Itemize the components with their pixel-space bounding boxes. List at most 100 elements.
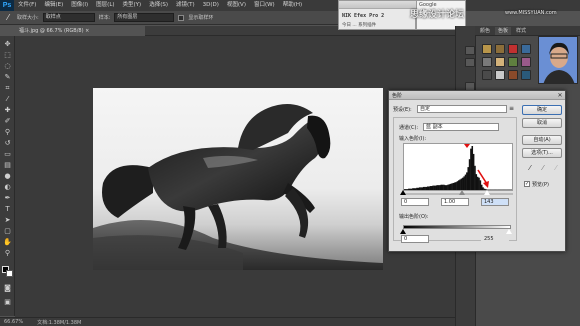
histogram-bar	[451, 183, 453, 190]
histogram-bar	[406, 189, 409, 190]
tab-swatches[interactable]: 色板	[495, 27, 512, 35]
color-swatch[interactable]	[508, 70, 518, 80]
histogram-bar	[425, 186, 428, 190]
menu-window[interactable]: 窗口(W)	[250, 0, 279, 11]
color-swatch[interactable]	[521, 57, 531, 67]
tab-styles[interactable]: 样式	[513, 27, 529, 35]
color-swatch[interactable]	[482, 57, 492, 67]
blur-tool-icon[interactable]: ●	[3, 172, 12, 181]
levels-dialog: 色阶 ✕ 预设(E): 自定 ≡ 通道(C): 蓝 副本 输入色阶(I): 0 …	[388, 90, 566, 252]
eyedropper-tool-icon[interactable]: ⁄	[3, 13, 13, 23]
menu-layer[interactable]: 图层(L)	[92, 0, 118, 11]
app-logo: Ps	[0, 0, 14, 11]
pen-tool-icon[interactable]: ✒	[3, 194, 12, 203]
menu-3d[interactable]: 3D(D)	[199, 0, 223, 11]
color-swatch[interactable]	[495, 57, 505, 67]
move-tool-icon[interactable]: ✥	[3, 40, 12, 49]
channel-select[interactable]: 蓝 副本	[423, 123, 499, 131]
zoom-level[interactable]: 66.67%	[4, 319, 23, 325]
hand-tool-icon[interactable]: ✋	[3, 238, 12, 247]
sample-size-label: 取样大小:	[17, 15, 39, 21]
properties-panel-icon[interactable]	[465, 58, 475, 67]
color-swatch[interactable]	[521, 70, 531, 80]
output-black-slider[interactable]	[400, 229, 406, 234]
input-black-field[interactable]: 0	[401, 198, 429, 206]
eraser-tool-icon[interactable]: ▭	[3, 150, 12, 159]
type-tool-icon[interactable]: T	[3, 205, 12, 214]
menu-edit[interactable]: 编辑(E)	[40, 0, 67, 11]
histogram-bar	[474, 165, 476, 190]
input-gamma-field[interactable]: 1.00	[441, 198, 469, 206]
dodge-tool-icon[interactable]: ◐	[3, 183, 12, 192]
output-black-field[interactable]: 0	[401, 235, 429, 243]
black-eyedropper-icon[interactable]: ⁄	[526, 164, 534, 172]
white-eyedropper-icon[interactable]: ⁄	[552, 164, 560, 172]
document-tab[interactable]: 福斗.jpg @ 66.7% (RGB/8) ×	[15, 26, 145, 36]
histogram-bar	[453, 182, 456, 190]
color-swatch[interactable]	[508, 44, 518, 54]
color-swatch[interactable]	[521, 44, 531, 54]
options-button[interactable]: 选项(T)...	[522, 148, 562, 158]
input-white-field[interactable]: 143	[481, 198, 509, 206]
options-bar: ⁄ 取样大小: 取样点 样本: 所有图层 显示取样环	[0, 11, 385, 25]
close-icon[interactable]: ✕	[556, 92, 564, 99]
cancel-button[interactable]: 取消	[522, 118, 562, 128]
show-ring-checkbox[interactable]	[178, 14, 185, 21]
histogram-bar	[408, 188, 410, 190]
background-color-swatch[interactable]	[6, 270, 13, 277]
menu-type[interactable]: 类型(Y)	[119, 0, 146, 11]
path-select-icon[interactable]: ➤	[3, 216, 12, 225]
crop-tool-icon[interactable]: ⌗	[3, 84, 12, 93]
history-brush-icon[interactable]: ↺	[3, 139, 12, 148]
histogram-bar	[455, 182, 457, 190]
preset-select[interactable]: 自定	[417, 105, 507, 113]
color-swatch[interactable]	[508, 57, 518, 67]
screen-mode-icon[interactable]: ▣	[3, 298, 12, 307]
color-swatch[interactable]	[482, 44, 492, 54]
color-swatch[interactable]	[495, 70, 505, 80]
portrait-image	[538, 36, 578, 84]
output-white-slider[interactable]	[506, 229, 512, 234]
menu-filter[interactable]: 滤镜(T)	[172, 0, 199, 11]
input-gamma-slider[interactable]	[459, 190, 465, 195]
menu-file[interactable]: 文件(F)	[14, 0, 40, 11]
color-swatch[interactable]	[482, 70, 492, 80]
healing-brush-icon[interactable]: ✚	[3, 106, 12, 115]
sample-size-select[interactable]: 取样点	[42, 13, 95, 22]
color-swatch[interactable]	[495, 44, 505, 54]
histogram-bar	[428, 186, 430, 190]
brush-tool-icon[interactable]: ✐	[3, 117, 12, 126]
input-black-slider[interactable]	[400, 190, 406, 195]
histogram-chart	[404, 146, 513, 190]
histogram-marker-icon	[464, 144, 470, 148]
dialog-titlebar[interactable]: 色阶 ✕	[389, 91, 565, 100]
preset-menu-icon[interactable]: ≡	[509, 105, 514, 112]
histogram-bar	[409, 188, 411, 190]
tab-color[interactable]: 颜色	[477, 27, 493, 35]
histogram-bar	[464, 174, 467, 190]
zoom-tool-icon[interactable]: ⚲	[3, 249, 12, 258]
histogram-bar	[444, 185, 447, 190]
auto-button[interactable]: 自动(A)	[522, 135, 562, 145]
lasso-tool-icon[interactable]: ◌	[3, 62, 12, 71]
gradient-tool-icon[interactable]: ▤	[3, 161, 12, 170]
input-white-slider[interactable]	[484, 190, 490, 195]
output-gradient-bar	[403, 225, 511, 229]
history-panel-icon[interactable]	[465, 46, 475, 55]
ok-button[interactable]: 确定	[522, 105, 562, 115]
quick-select-tool-icon[interactable]: ✎	[3, 73, 12, 82]
histogram-bar	[456, 181, 459, 190]
menu-view[interactable]: 视图(V)	[223, 0, 250, 11]
menu-image[interactable]: 图像(I)	[67, 0, 92, 11]
sample-select[interactable]: 所有图层	[114, 13, 175, 22]
marquee-tool-icon[interactable]: ⬚	[3, 51, 12, 60]
clone-stamp-icon[interactable]: ⚲	[3, 128, 12, 137]
output-white-field[interactable]: 255	[481, 235, 509, 243]
menu-help[interactable]: 帮助(H)	[279, 0, 306, 11]
preview-checkbox[interactable]: ✓	[524, 181, 530, 187]
menu-select[interactable]: 选择(S)	[145, 0, 172, 11]
eyedropper-icon[interactable]: ⁄	[3, 95, 12, 104]
gray-eyedropper-icon[interactable]: ⁄	[539, 164, 547, 172]
shape-tool-icon[interactable]: ▢	[3, 227, 12, 236]
quick-mask-icon[interactable]: ◙	[3, 284, 12, 293]
